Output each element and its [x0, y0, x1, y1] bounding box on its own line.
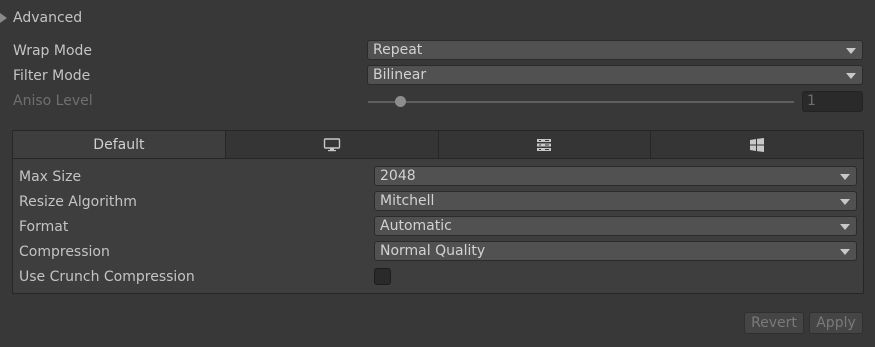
aniso-level-slider-thumb[interactable] — [394, 96, 406, 107]
crunch-compression-label: Use Crunch Compression — [19, 269, 195, 285]
compression-dropdown[interactable]: Normal Quality — [374, 241, 857, 261]
chevron-down-icon — [846, 73, 856, 79]
format-dropdown[interactable]: Automatic — [374, 216, 857, 236]
foldout-arrow-icon[interactable] — [0, 13, 7, 23]
aniso-level-slider-track[interactable] — [368, 101, 794, 103]
tab-standalone[interactable] — [224, 131, 438, 158]
windows-icon — [750, 137, 765, 152]
server-icon — [537, 138, 552, 151]
max-size-dropdown[interactable]: 2048 — [374, 166, 857, 186]
resize-algorithm-value: Mitchell — [380, 193, 435, 209]
filter-mode-label: Filter Mode — [13, 68, 91, 84]
compression-label: Compression — [19, 244, 110, 260]
crunch-compression-checkbox[interactable] — [374, 268, 391, 285]
platform-tab-bar: Default — [13, 131, 863, 159]
compression-value: Normal Quality — [380, 243, 486, 259]
chevron-down-icon — [840, 224, 850, 230]
apply-button[interactable]: Apply — [809, 312, 863, 334]
filter-mode-value: Bilinear — [373, 67, 427, 83]
chevron-down-icon — [846, 48, 856, 54]
monitor-icon — [323, 137, 340, 151]
wrap-mode-label: Wrap Mode — [13, 43, 93, 59]
tab-windows[interactable] — [650, 131, 863, 158]
wrap-mode-value: Repeat — [373, 42, 423, 58]
aniso-level-field[interactable]: 1 — [802, 91, 863, 112]
chevron-down-icon — [840, 249, 850, 255]
format-label: Format — [19, 219, 69, 235]
revert-button[interactable]: Revert — [744, 312, 804, 334]
tab-default[interactable]: Default — [13, 131, 225, 158]
resize-algorithm-label: Resize Algorithm — [19, 194, 137, 210]
advanced-foldout[interactable]: Advanced — [0, 8, 82, 28]
tab-server[interactable] — [437, 131, 651, 158]
filter-mode-dropdown[interactable]: Bilinear — [367, 65, 863, 85]
tab-default-label: Default — [93, 136, 145, 153]
max-size-value: 2048 — [380, 168, 416, 184]
max-size-label: Max Size — [19, 169, 82, 185]
wrap-mode-dropdown[interactable]: Repeat — [367, 40, 863, 60]
advanced-foldout-label: Advanced — [13, 10, 83, 26]
aniso-level-label: Aniso Level — [13, 93, 93, 109]
chevron-down-icon — [840, 174, 850, 180]
chevron-down-icon — [840, 199, 850, 205]
format-value: Automatic — [380, 218, 452, 234]
resize-algorithm-dropdown[interactable]: Mitchell — [374, 191, 857, 211]
